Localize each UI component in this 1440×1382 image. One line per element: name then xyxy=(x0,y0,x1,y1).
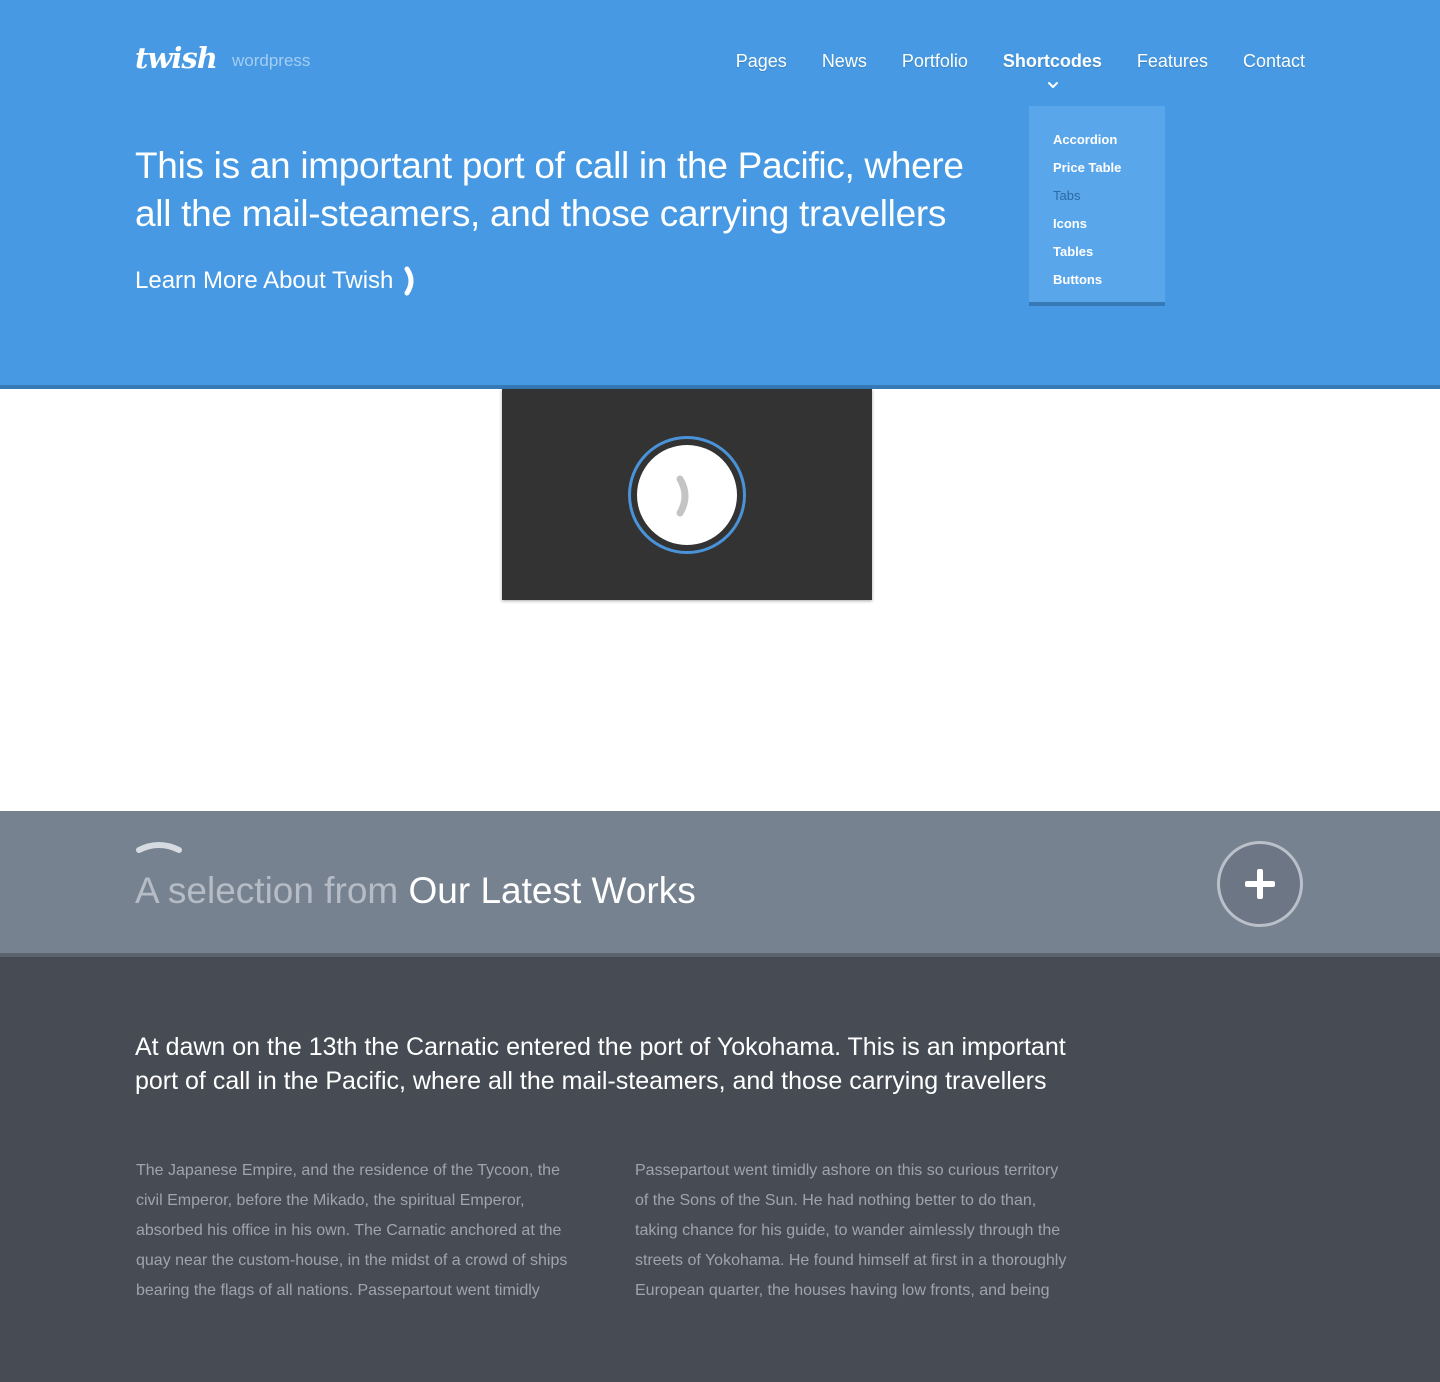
dropdown-item-tabs[interactable]: Tabs xyxy=(1029,182,1165,210)
main-nav: Pages News Portfolio Shortcodes Features… xyxy=(701,49,1305,73)
nav-item-news[interactable]: News xyxy=(822,49,867,73)
works-title-light: A selection from xyxy=(135,870,399,911)
play-button-face xyxy=(637,445,737,545)
logo-tagline: wordpress xyxy=(232,51,311,70)
body-column-left: The Japanese Empire, and the residence o… xyxy=(136,1162,568,1299)
play-button[interactable] xyxy=(628,436,746,554)
dropdown-item-tables[interactable]: Tables xyxy=(1029,238,1165,266)
latest-works-band: A selection from Our Latest Works xyxy=(0,811,1440,957)
chevron-down-icon xyxy=(1048,82,1058,88)
logo[interactable]: twish xyxy=(135,40,218,76)
nav-item-portfolio[interactable]: Portfolio xyxy=(902,49,968,73)
nav-item-pages[interactable]: Pages xyxy=(736,49,787,73)
hero-header: twish wordpress Pages News Portfolio Sho… xyxy=(0,0,1440,389)
chevron-right-icon xyxy=(404,266,414,296)
works-title: A selection from Our Latest Works xyxy=(135,869,696,913)
nav-item-contact[interactable]: Contact xyxy=(1243,49,1305,73)
play-icon xyxy=(676,475,689,517)
dropdown-item-icons[interactable]: Icons xyxy=(1029,210,1165,238)
video-player[interactable] xyxy=(502,389,872,600)
works-title-strong: Our Latest Works xyxy=(408,870,696,911)
nav-item-features[interactable]: Features xyxy=(1137,49,1208,73)
dropdown-item-accordion[interactable]: Accordion xyxy=(1029,126,1165,154)
lead-paragraph: At dawn on the 13th the Carnatic entered… xyxy=(135,1033,1066,1095)
learn-more-label: Learn More About Twish xyxy=(135,267,394,294)
hero-title: This is an important port of call in the… xyxy=(135,145,964,234)
shortcodes-dropdown: Accordion Price Table Tabs Icons Tables … xyxy=(1029,106,1165,306)
plus-icon xyxy=(1245,869,1275,899)
learn-more-link[interactable]: Learn More About Twish xyxy=(135,266,417,296)
add-button[interactable] xyxy=(1217,841,1303,927)
dropdown-item-price-table[interactable]: Price Table xyxy=(1029,154,1165,182)
body-column-right: Passepartout went timidly ashore on this… xyxy=(635,1162,1067,1299)
nav-item-shortcodes[interactable]: Shortcodes xyxy=(1003,49,1102,73)
wave-mark-icon xyxy=(136,842,182,853)
dropdown-item-buttons[interactable]: Buttons xyxy=(1029,266,1165,294)
content-section: At dawn on the 13th the Carnatic entered… xyxy=(0,957,1440,1382)
